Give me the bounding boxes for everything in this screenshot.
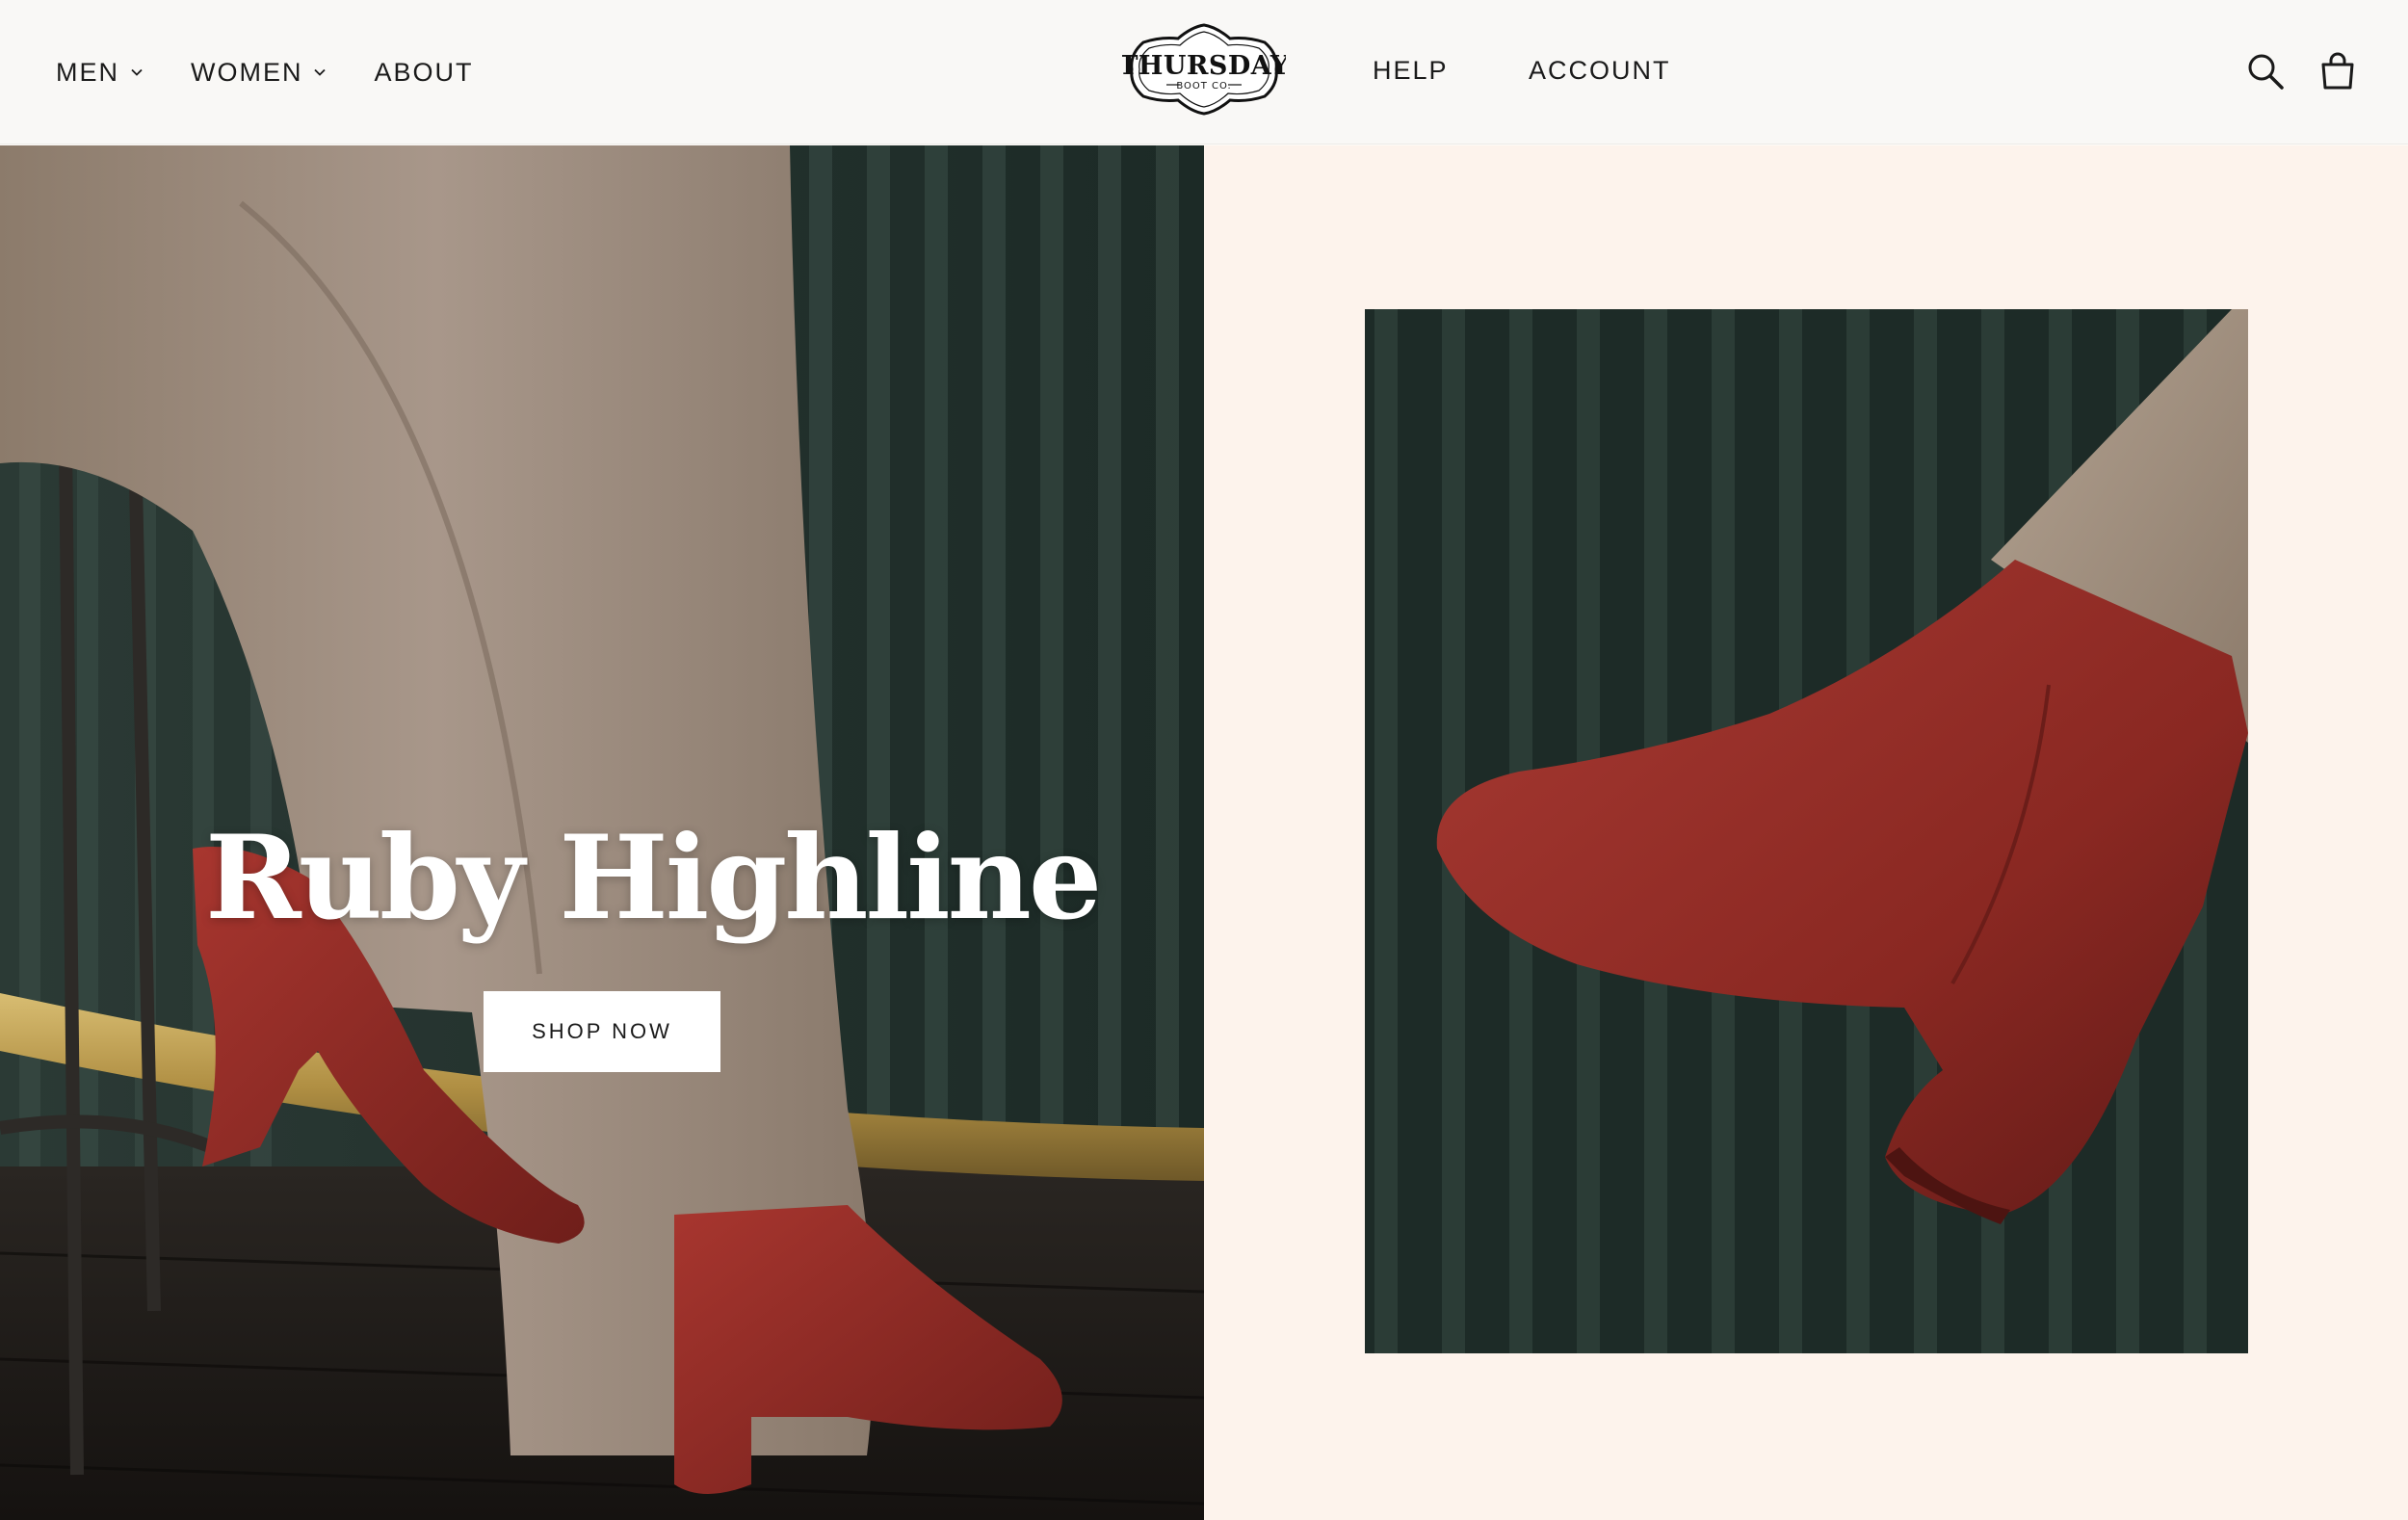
- boot-closeup-photo: [1365, 309, 2248, 1353]
- svg-text:THURSDAY: THURSDAY: [1122, 51, 1286, 81]
- cart-icon[interactable]: [2317, 51, 2358, 92]
- svg-text:BOOT CO.: BOOT CO.: [1176, 81, 1231, 92]
- hero-right-panel: [1204, 145, 2408, 1520]
- primary-nav: MEN WOMEN ABOUT: [56, 0, 474, 144]
- nav-help-label: HELP: [1373, 56, 1449, 85]
- nav-women-label: WOMEN: [191, 57, 303, 87]
- search-icon[interactable]: [2245, 51, 2286, 92]
- nav-account[interactable]: ACCOUNT: [1529, 56, 1671, 86]
- nav-about-label: ABOUT: [374, 57, 474, 87]
- nav-account-label: ACCOUNT: [1529, 56, 1671, 85]
- chevron-down-icon: [131, 68, 143, 76]
- site-header: MEN WOMEN ABOUT THURSDAY BOOT CO. HELP A…: [0, 0, 2408, 144]
- shop-now-button[interactable]: SHOP NOW: [484, 991, 720, 1072]
- nav-men[interactable]: MEN: [56, 58, 144, 88]
- hero-title: Ruby Highline: [205, 810, 1102, 946]
- nav-men-label: MEN: [56, 57, 119, 87]
- nav-help[interactable]: HELP: [1373, 56, 1449, 86]
- brand-logo-mark: THURSDAY BOOT CO.: [1118, 23, 1289, 116]
- hero-left-image[interactable]: Ruby Highline SHOP NOW: [0, 145, 1204, 1520]
- nav-women[interactable]: WOMEN: [191, 58, 327, 88]
- hero-right-image[interactable]: [1365, 309, 2248, 1353]
- chevron-down-icon: [314, 68, 327, 76]
- brand-logo[interactable]: THURSDAY BOOT CO.: [1118, 21, 1289, 118]
- nav-about[interactable]: ABOUT: [374, 58, 473, 88]
